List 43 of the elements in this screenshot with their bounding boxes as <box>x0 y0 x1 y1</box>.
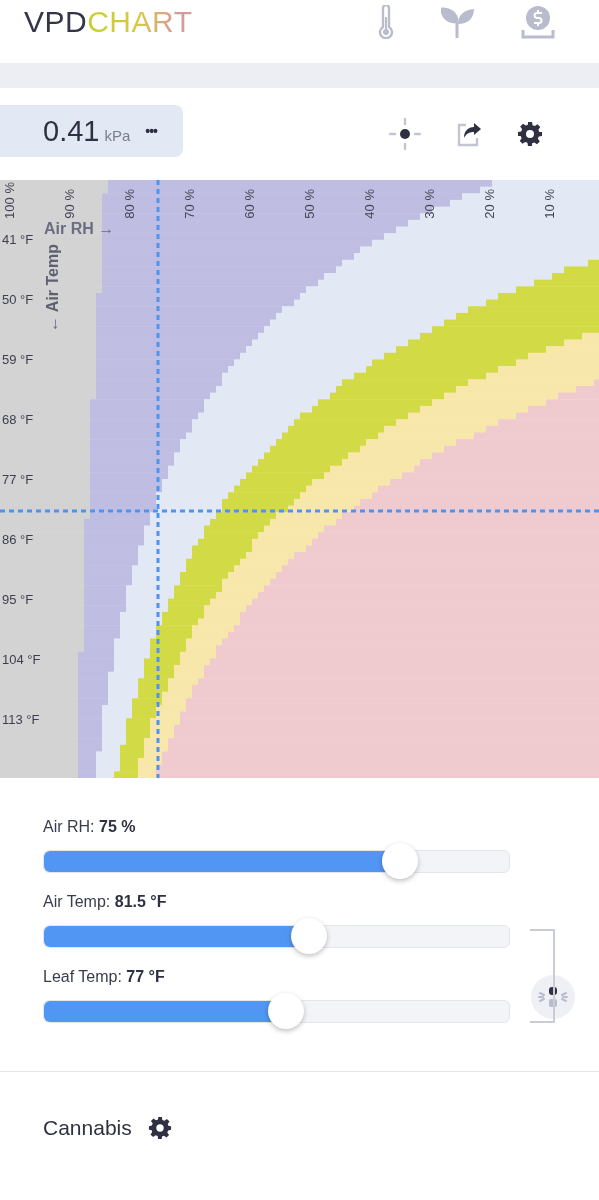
axis-label: 50 % <box>303 189 317 219</box>
axis-label: 77 °F <box>2 472 34 487</box>
slider-thumb[interactable] <box>267 993 304 1029</box>
slider-label: Air RH: 75 % <box>43 818 137 836</box>
crosshair-icon[interactable] <box>389 118 421 150</box>
axis-title: Air RH → <box>44 220 115 238</box>
vpd-unit: kPa <box>104 126 131 144</box>
slider-label: Leaf Temp: 77 °F <box>43 968 166 986</box>
more-button[interactable]: ••• <box>141 123 162 139</box>
axis-label: 80 % <box>123 189 137 219</box>
axis-label: 104 °F <box>2 652 41 667</box>
axis-label: 59 °F <box>2 352 34 367</box>
vpd-chart[interactable]: 100 % 90 % 80 % 70 % 60 % 50 % 40 % 30 % 20 % 10 % 41 °F 50 °F 59 °F 68 °F 77 °F 86 °F 95 °F 104 °F 113 °F Air RH → ← Air Temp <box>0 180 599 778</box>
axis-label: 40 % <box>363 189 377 219</box>
settings-icon[interactable] <box>147 1116 172 1140</box>
axis-label: 41 °F <box>2 232 34 247</box>
sprout-icon[interactable] <box>441 5 475 38</box>
axis-label: 50 °F <box>2 292 34 307</box>
slider-track[interactable] <box>43 992 510 1030</box>
axis-label: 60 % <box>243 189 257 219</box>
slider-track[interactable] <box>43 917 510 955</box>
thermometer-icon[interactable] <box>377 4 395 39</box>
share-icon[interactable] <box>455 120 483 148</box>
axis-title: ← Air Temp <box>44 244 62 332</box>
axis-label: 10 % <box>543 189 557 219</box>
axis-label: 90 % <box>63 189 77 219</box>
axis-label: 30 % <box>423 189 437 219</box>
slider-thumb[interactable] <box>382 843 419 879</box>
axis-label: 86 °F <box>2 532 34 547</box>
vpd-value: 0.41 <box>43 114 100 148</box>
axis-label: 20 % <box>483 189 497 219</box>
crop-name: Cannabis <box>43 1116 132 1140</box>
axis-label: 68 °F <box>2 412 34 427</box>
dollar-coin-icon[interactable] <box>521 4 555 39</box>
settings-icon[interactable] <box>517 121 543 147</box>
slider-track[interactable] <box>43 842 510 880</box>
slider-thumb[interactable] <box>291 918 328 954</box>
link-toggle[interactable] <box>529 973 577 1021</box>
slider-label: Air Temp: 81.5 °F <box>43 893 168 911</box>
axis-label: 100 % <box>3 182 17 219</box>
axis-label: 70 % <box>183 189 197 219</box>
axis-label: 113 °F <box>2 712 40 727</box>
axis-label: 95 °F <box>2 592 34 607</box>
